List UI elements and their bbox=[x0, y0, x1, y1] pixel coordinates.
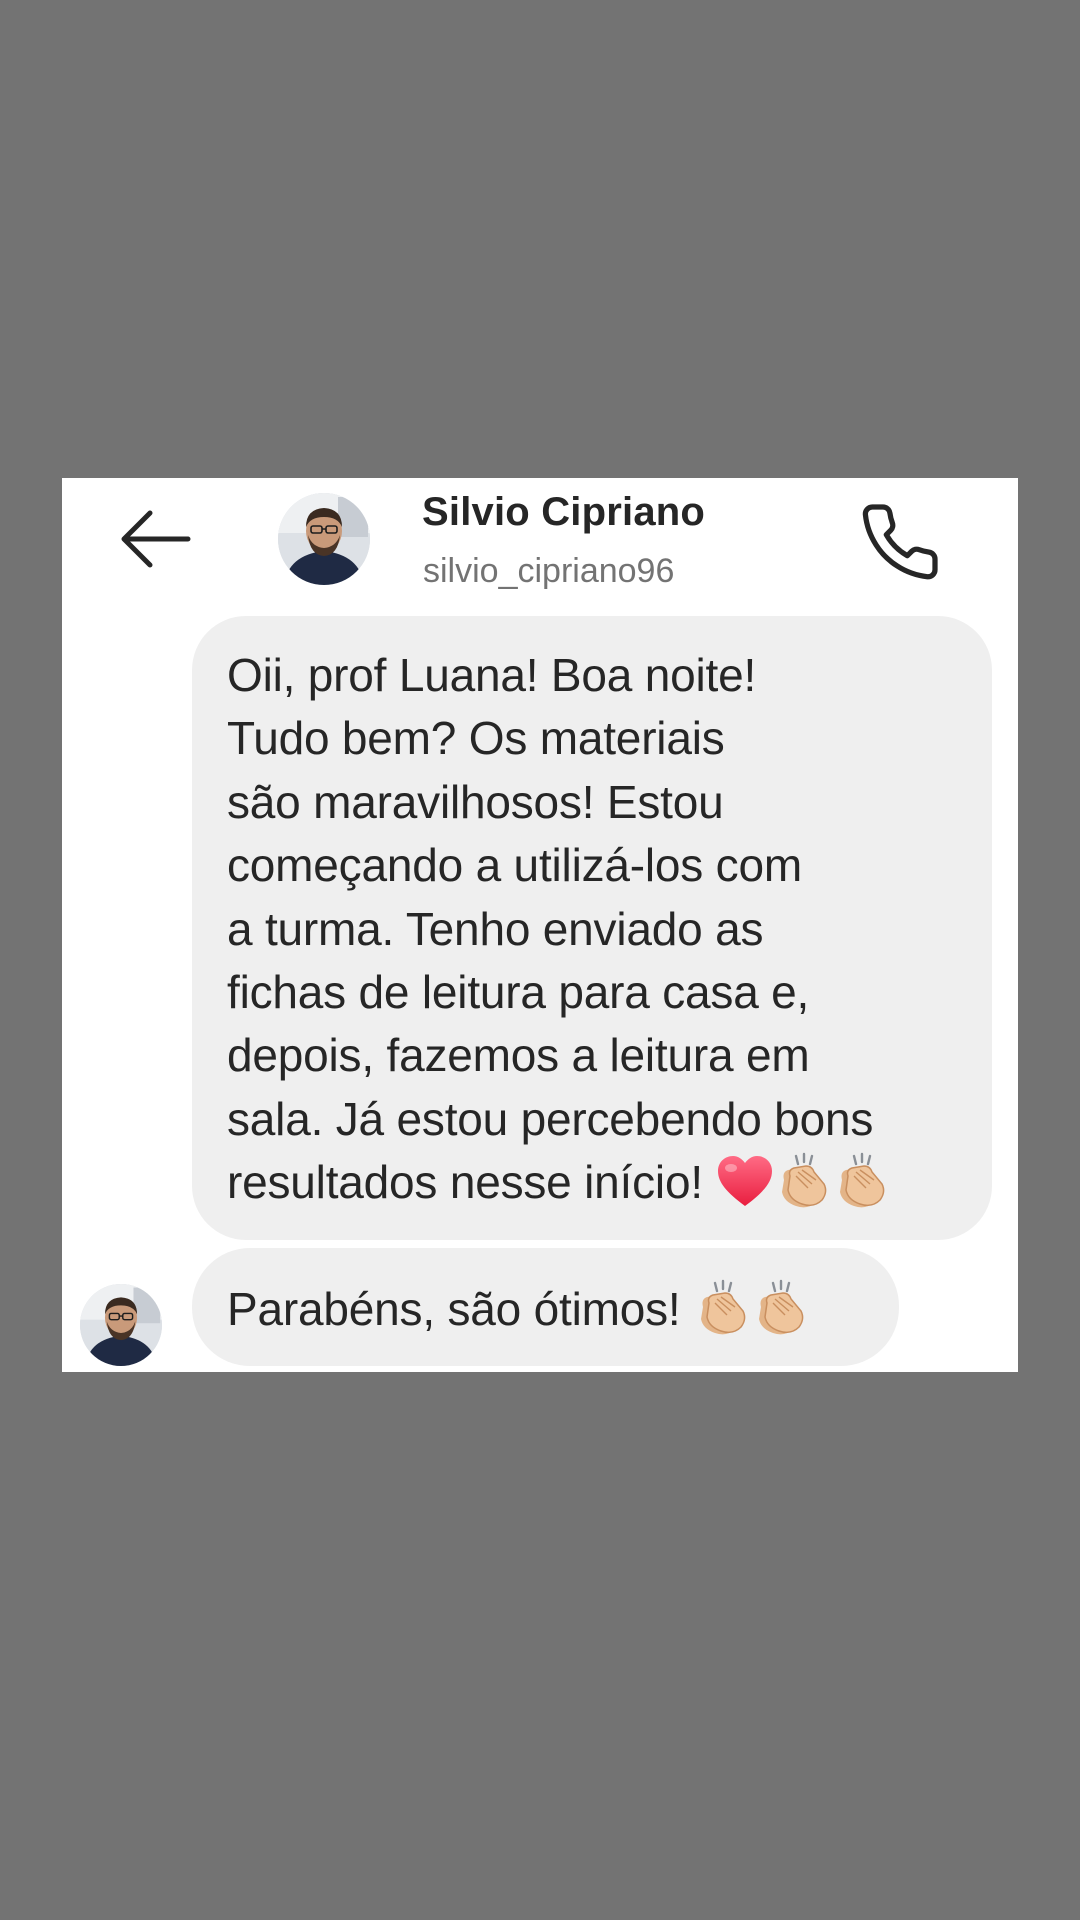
clapping-hands-emoji bbox=[832, 1152, 890, 1210]
chat-header: Silvio Cipriano silvio_cipriano96 bbox=[62, 478, 1018, 608]
message-text: Oii, prof Luana! Boa noite! Tudo bem? Os… bbox=[227, 649, 874, 1209]
contact-name[interactable]: Silvio Cipriano bbox=[422, 490, 705, 535]
message-bubble[interactable]: Parabéns, são ótimos! bbox=[192, 1248, 899, 1366]
chat-screen: Silvio Cipriano silvio_cipriano96 Oii, p… bbox=[62, 478, 1018, 1372]
arrow-left-icon bbox=[121, 510, 191, 568]
call-button[interactable] bbox=[858, 500, 942, 584]
sender-avatar[interactable] bbox=[80, 1284, 162, 1366]
clapping-hands-emoji bbox=[751, 1279, 809, 1337]
contact-avatar[interactable] bbox=[278, 493, 370, 585]
message-text: Parabéns, são ótimos! bbox=[227, 1283, 694, 1335]
clapping-hands-emoji bbox=[693, 1279, 751, 1337]
message-bubble[interactable]: Oii, prof Luana! Boa noite! Tudo bem? Os… bbox=[192, 616, 992, 1240]
heart-emoji bbox=[716, 1154, 774, 1210]
back-button[interactable] bbox=[114, 504, 194, 574]
phone-icon bbox=[862, 504, 938, 580]
clapping-hands-emoji bbox=[774, 1152, 832, 1210]
contact-handle: silvio_cipriano96 bbox=[423, 552, 675, 590]
